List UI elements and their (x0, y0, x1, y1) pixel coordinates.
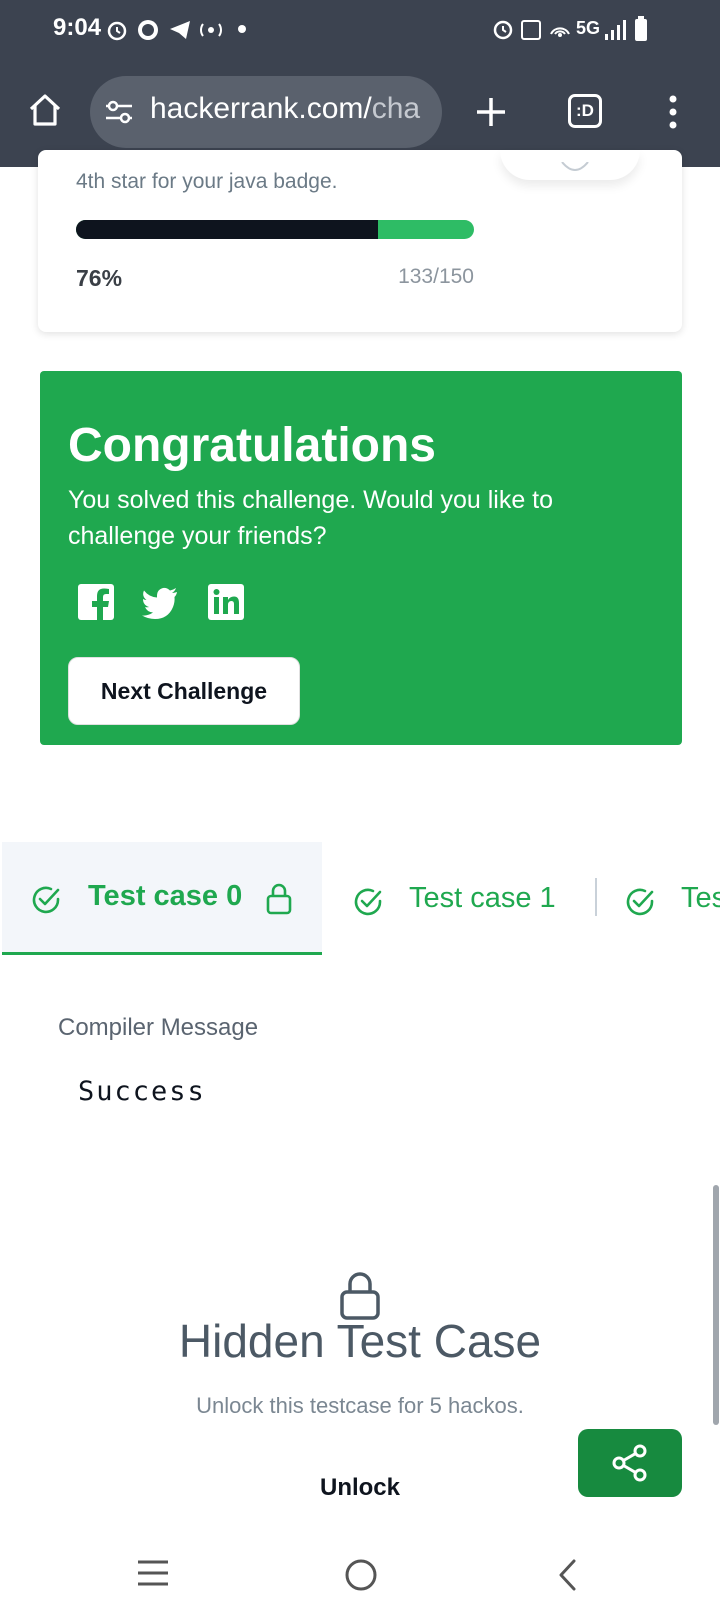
site-settings-icon[interactable] (104, 98, 134, 126)
lock-icon (266, 883, 292, 915)
wifi-calling-icon (550, 27, 570, 37)
home-icon[interactable] (27, 92, 63, 128)
new-tab-icon[interactable] (474, 95, 508, 129)
signal-icon (605, 20, 626, 40)
badge-progress-text: 4th star for your java badge. (76, 170, 338, 193)
tab-label-1[interactable]: Test case 1 (409, 882, 556, 915)
volte-icon (521, 20, 541, 40)
hotspot-icon (200, 23, 222, 37)
url-text[interactable]: hackerrank.com/cha (150, 92, 430, 126)
tab-label-0: Test case 0 (88, 880, 243, 912)
compiler-message-value: Success (78, 1076, 206, 1107)
share-button[interactable] (578, 1429, 682, 1497)
home-nav-icon[interactable] (344, 1558, 378, 1592)
alarm-status-icon (493, 20, 513, 40)
url-dim: cha (371, 92, 421, 125)
badge-percent: 76% (76, 265, 123, 291)
check-circle-icon (32, 886, 60, 914)
linkedin-icon[interactable] (207, 583, 245, 621)
tab-label-2[interactable]: Tes (681, 882, 720, 915)
url-main: hackerrank.com/ (150, 92, 372, 125)
status-bar: 9:04 5G (0, 0, 720, 62)
check-circle-icon (354, 888, 382, 916)
more-vert-icon[interactable] (668, 94, 678, 130)
badge-shield-icon (561, 162, 589, 171)
hidden-test-case-title: Hidden Test Case (178, 1315, 542, 1367)
compiler-message-label: Compiler Message (58, 1014, 259, 1041)
share-icon (612, 1444, 647, 1482)
status-time: 9:04 (53, 14, 102, 41)
telegram-icon (170, 21, 190, 39)
facebook-icon[interactable] (77, 583, 115, 621)
congratulations-subtitle: You solved this challenge. Would you lik… (68, 486, 554, 550)
battery-icon (635, 16, 647, 41)
network-type: 5G (576, 18, 601, 38)
recent-apps-icon[interactable] (136, 1558, 170, 1588)
twitter-icon[interactable] (141, 585, 179, 623)
tab-switcher-label: :D (576, 101, 594, 120)
notification-dot (238, 25, 246, 33)
congratulations-title: Congratulations (68, 419, 436, 472)
badge-progress-fill (76, 220, 379, 239)
badge-count: 133/150 (398, 265, 474, 288)
alarm-icon (107, 21, 127, 41)
hidden-test-case-subtitle: Unlock this testcase for 5 hackos. (196, 1393, 524, 1418)
tab-divider (595, 878, 597, 916)
tab-switcher-button[interactable]: :D (568, 94, 602, 128)
back-icon[interactable] (556, 1558, 578, 1592)
whatsapp-icon (138, 20, 158, 40)
scrollbar[interactable] (713, 1185, 719, 1425)
next-challenge-button[interactable]: Next Challenge (68, 657, 300, 725)
check-circle-icon (626, 888, 654, 916)
unlock-button[interactable]: Unlock (290, 1474, 430, 1502)
